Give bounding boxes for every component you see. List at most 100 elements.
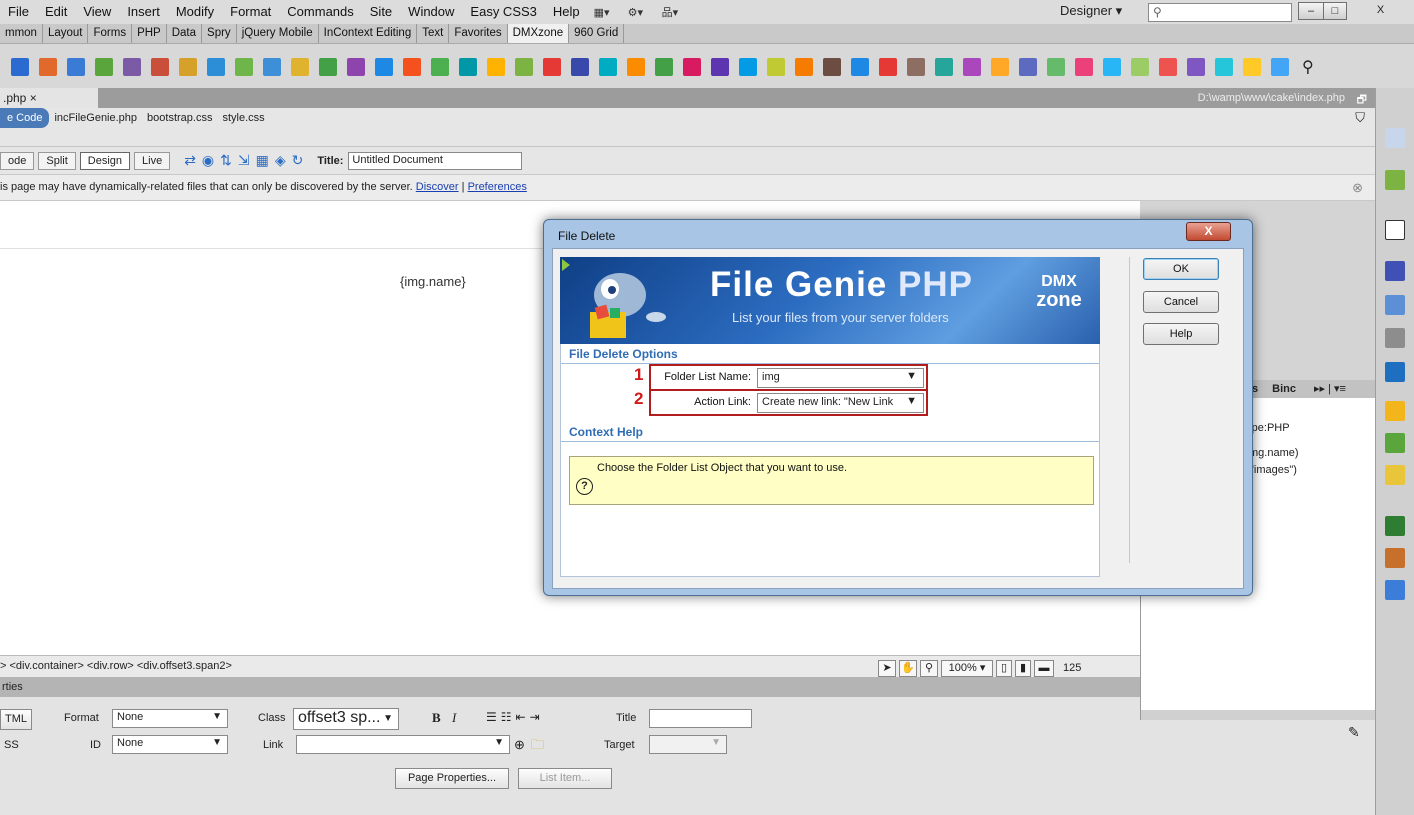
toolbar-tool-icon[interactable] <box>347 57 365 76</box>
sitemap-icon[interactable] <box>1385 516 1405 536</box>
gear-icon[interactable]: ⚙▾ <box>628 5 650 19</box>
tab-bindings[interactable]: Binc <box>1272 380 1296 398</box>
toolbar-tool-icon[interactable] <box>487 57 505 76</box>
tab-layout[interactable]: Layout <box>43 24 89 43</box>
html-mode-button[interactable]: TML <box>0 709 32 730</box>
list-item-button[interactable]: List Item... <box>518 768 612 789</box>
toolbar-tool-icon[interactable] <box>1131 57 1149 76</box>
document-title-input[interactable]: Untitled Document <box>348 151 523 170</box>
toolbar-icons[interactable]: ⇄◉⇅⇲▦◈↻ <box>184 152 309 169</box>
css-mode-button[interactable]: SS <box>4 739 19 751</box>
assets-icon[interactable] <box>1385 548 1405 568</box>
menu-modify[interactable]: Modify <box>168 0 222 24</box>
tab-data[interactable]: Data <box>167 24 203 43</box>
help-button[interactable]: Help <box>1143 323 1219 345</box>
toolbar-tool-icon[interactable] <box>879 57 897 76</box>
class-select[interactable]: offset3 sp... ▼ <box>293 708 399 730</box>
toolbar-tool-icon[interactable] <box>683 57 701 76</box>
tab-mmon[interactable]: mmon <box>0 24 43 43</box>
toolbar-tool-icon[interactable] <box>291 57 309 76</box>
tab-incontext-editing[interactable]: InContext Editing <box>319 24 418 43</box>
toolbar-tool-icon[interactable] <box>767 57 785 76</box>
tab-forms[interactable]: Forms <box>88 24 133 43</box>
jquery-icon[interactable] <box>1385 220 1405 240</box>
canvas-binding-text[interactable]: {img.name} <box>400 274 466 289</box>
toolbar-tool-icon[interactable] <box>739 57 757 76</box>
zoom-select[interactable]: 100% ▾ <box>941 660 993 677</box>
toolbar-tool-icon[interactable] <box>795 57 813 76</box>
point-to-file-icon[interactable]: ⊕ <box>514 737 525 753</box>
menu-commands[interactable]: Commands <box>279 0 361 24</box>
toolbar-tool-icon[interactable] <box>319 57 337 76</box>
toolbar-tool-icon[interactable] <box>1187 57 1205 76</box>
menu-insert[interactable]: Insert <box>119 0 168 24</box>
toolbar-tool-icon[interactable] <box>39 57 57 76</box>
toolbar-tool-icon[interactable] <box>11 57 29 76</box>
panel-resize-handle[interactable] <box>1141 710 1376 720</box>
dismiss-icon[interactable]: ⊗ <box>1352 175 1363 200</box>
toolbar-tool-icon[interactable] <box>263 57 281 76</box>
search-icon[interactable]: ⚲ <box>1302 57 1314 77</box>
toolbar-tool-icon[interactable] <box>543 57 561 76</box>
toolbar-tool-icon[interactable] <box>1271 57 1289 76</box>
format-select[interactable]: None ▼ <box>112 709 228 728</box>
toolbar-tool-icon[interactable] <box>67 57 85 76</box>
toolbar-tool-icon[interactable] <box>851 57 869 76</box>
view-ode-button[interactable]: ode <box>0 151 35 170</box>
view-live-button[interactable]: Live <box>134 151 171 170</box>
link-input[interactable]: ▼ <box>296 735 510 754</box>
database-icon[interactable] <box>1385 401 1405 421</box>
hierarchy-icon[interactable] <box>1385 261 1405 281</box>
hand-tool-icon[interactable]: ✋ <box>899 660 917 677</box>
toolbar-tool-icon[interactable] <box>1243 57 1261 76</box>
toolbar-tool-icon[interactable] <box>907 57 925 76</box>
toolbar-tool-icon[interactable] <box>151 57 169 76</box>
toolbar-tool-icon[interactable] <box>1047 57 1065 76</box>
id-select[interactable]: None ▼ <box>112 735 228 754</box>
toolbar-tool-icon[interactable] <box>459 57 477 76</box>
toolbar-tool-icon[interactable] <box>627 57 645 76</box>
toolbar-tool-icon[interactable] <box>375 57 393 76</box>
related-file-bootstrap-css[interactable]: bootstrap.css <box>142 108 217 128</box>
pen-icon[interactable] <box>1385 128 1405 148</box>
toolbar-tool-icon[interactable] <box>1019 57 1037 76</box>
toolbar-tool-icon[interactable] <box>823 57 841 76</box>
toolbar-tool-icon[interactable] <box>235 57 253 76</box>
toolbar-tool-icon[interactable] <box>1159 57 1177 76</box>
tab-960-grid[interactable]: 960 Grid <box>569 24 625 43</box>
cancel-button[interactable]: Cancel <box>1143 291 1219 313</box>
tablet-size-icon[interactable]: ▮ <box>1015 660 1031 677</box>
menu-edit[interactable]: Edit <box>37 0 75 24</box>
related-file-e-code[interactable]: e Code <box>0 108 50 128</box>
behavior-item[interactable]: "images") <box>1250 464 1297 476</box>
toolbar-tool-icon[interactable] <box>655 57 673 76</box>
menu-format[interactable]: Format <box>222 0 279 24</box>
toolbar-tool-icon[interactable] <box>403 57 421 76</box>
menu-window[interactable]: Window <box>400 0 462 24</box>
view-split-button[interactable]: Split <box>38 151 76 170</box>
image-icon[interactable] <box>1385 170 1405 190</box>
document-tab[interactable]: .php × <box>0 88 98 108</box>
folder-list-select[interactable]: img ▼ <box>757 368 924 388</box>
tab-text[interactable]: Text <box>417 24 450 43</box>
page-properties-button[interactable]: Page Properties... <box>395 768 509 789</box>
toolbar-tool-icon[interactable] <box>711 57 729 76</box>
dialog-close-button[interactable]: X <box>1186 222 1231 241</box>
mobile-size-icon[interactable]: ▯ <box>996 660 1012 677</box>
behaviors-icon[interactable] <box>1385 465 1405 485</box>
italic-icon[interactable]: I <box>452 710 456 726</box>
bindings-icon[interactable] <box>1385 433 1405 453</box>
toolbar-tool-icon[interactable] <box>571 57 589 76</box>
toolbar-tool-icon[interactable] <box>991 57 1009 76</box>
preferences-link[interactable]: Preferences <box>468 181 527 193</box>
table-icon[interactable] <box>1385 328 1405 348</box>
menu-view[interactable]: View <box>75 0 119 24</box>
menu-easy-css3[interactable]: Easy CSS3 <box>462 0 544 24</box>
toolbar-tool-icon[interactable] <box>179 57 197 76</box>
edit-icon[interactable]: ✎ <box>1348 724 1360 741</box>
toolbar-tool-icon[interactable] <box>1075 57 1093 76</box>
action-link-select[interactable]: Create new link: "New Link ▼ <box>757 393 924 413</box>
toolbar-tool-icon[interactable] <box>431 57 449 76</box>
toolbar-tool-icon[interactable] <box>1103 57 1121 76</box>
layout-icon[interactable]: ▦▾ <box>594 5 616 19</box>
